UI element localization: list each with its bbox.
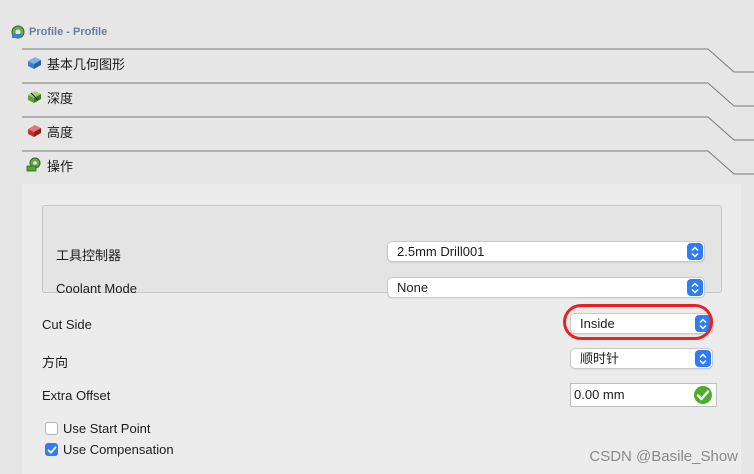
depth-icon <box>26 89 42 105</box>
chevron-updown-icon <box>687 279 703 296</box>
use-start-point-label: Use Start Point <box>63 421 151 436</box>
section-label: 高度 <box>47 124 74 140</box>
checkbox-unchecked-icon <box>45 422 58 435</box>
section-base-geometry[interactable]: 基本几何图形 <box>22 48 754 82</box>
use-compensation-label: Use Compensation <box>63 442 174 457</box>
chevron-updown-icon <box>695 350 711 367</box>
direction-value: 顺时针 <box>580 351 620 366</box>
base-geometry-icon <box>26 55 42 71</box>
annotation-highlight-circle <box>563 304 713 340</box>
section-depth[interactable]: 深度 <box>22 82 754 116</box>
section-height[interactable]: 高度 <box>22 116 754 150</box>
section-label: 深度 <box>47 90 74 106</box>
direction-select[interactable]: 顺时针 <box>570 348 713 369</box>
tool-controller-value: 2.5mm Drill001 <box>397 244 485 259</box>
panel-title-text: Profile - Profile <box>29 26 108 38</box>
extra-offset-label: Extra Offset <box>42 388 111 403</box>
operation-gear-icon <box>26 157 42 173</box>
chevron-updown-icon <box>687 243 703 260</box>
coolant-mode-select[interactable]: None <box>387 277 705 298</box>
profile-gear-icon <box>10 24 26 40</box>
section-label: 操作 <box>47 158 74 174</box>
tool-settings-group: 工具控制器 2.5mm Drill001 Coolant Mode None <box>42 205 722 298</box>
tool-controller-label: 工具控制器 <box>56 248 122 263</box>
direction-label: 方向 <box>42 355 69 370</box>
coolant-mode-value: None <box>397 280 429 295</box>
tool-controller-select[interactable]: 2.5mm Drill001 <box>387 241 705 262</box>
panel-title: Profile - Profile <box>10 23 107 41</box>
height-icon <box>26 123 42 139</box>
coolant-mode-label: Coolant Mode <box>56 281 137 296</box>
section-label: 基本几何图形 <box>47 56 126 72</box>
extra-offset-input[interactable]: 0.00 mm <box>570 383 717 407</box>
checkbox-checked-icon <box>45 443 58 456</box>
cut-side-label: Cut Side <box>42 317 92 332</box>
checkmark-valid-icon <box>693 385 713 405</box>
section-operation[interactable]: 操作 <box>22 150 754 184</box>
extra-offset-value: 0.00 mm <box>574 387 625 402</box>
use-start-point-checkbox[interactable]: Use Start Point <box>45 421 150 436</box>
watermark: CSDN @Basile_Show <box>589 448 738 465</box>
use-compensation-checkbox[interactable]: Use Compensation <box>45 442 174 457</box>
